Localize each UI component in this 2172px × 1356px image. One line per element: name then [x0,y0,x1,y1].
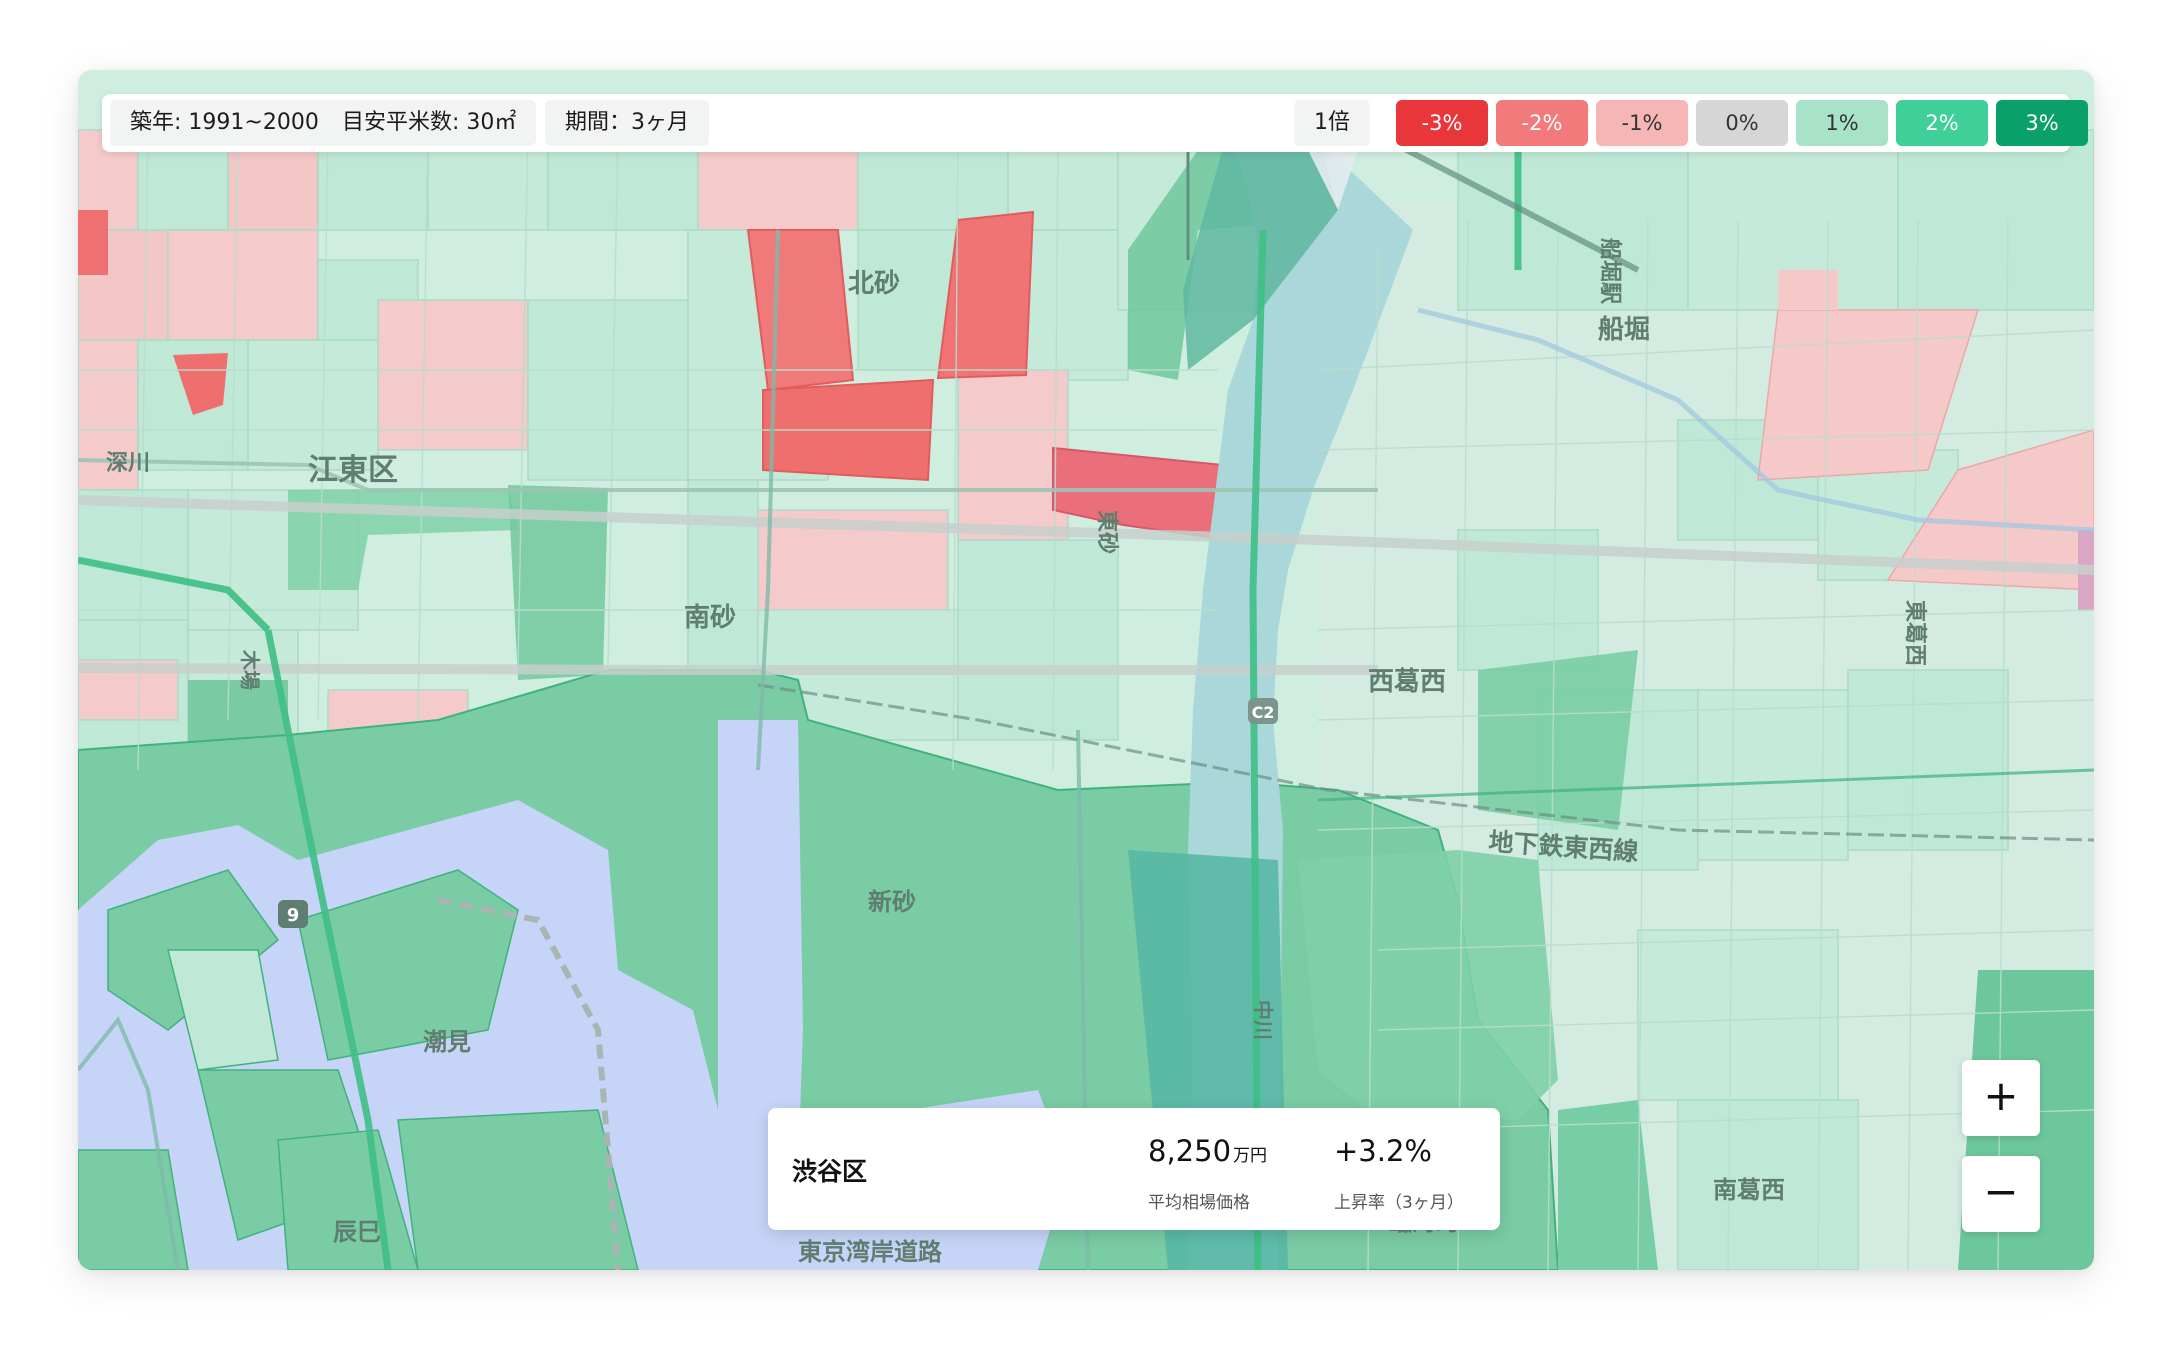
filter-toolbar: 築年: 1991~2000 目安平米数: 30㎡ 期間：3ヶ月 1倍 -3% -2… [102,94,2088,152]
region-tile [1847,669,2009,851]
region-tile [78,210,108,275]
region-tile [1457,129,1689,311]
average-price-value: 8,250 [1148,1134,1232,1168]
map-label: 深川 [106,451,150,476]
region-tile [527,299,689,481]
region-tile [167,229,319,341]
legend-item[interactable]: -2% [1496,100,1588,146]
map-label: 南葛西 [1713,1176,1785,1204]
growth-rate-value: +3.2% [1334,1134,1432,1168]
map-label: 東砂 [1094,510,1120,554]
ward-name: 渋谷区 [792,1157,868,1186]
legend-item[interactable]: 0% [1696,100,1788,146]
map-label: 江東区 [308,453,398,488]
map-label: 船堀 [1598,314,1650,345]
average-price: 8,250 万円 [1148,1134,1267,1168]
zoom-out-button[interactable]: − [1962,1156,2040,1232]
map-label: 東葛西 [1902,600,1927,666]
built-year-filter[interactable]: 築年: 1991~2000 [110,100,339,146]
period-filter[interactable]: 期間：3ヶ月 [545,100,709,146]
legend-item[interactable]: 3% [1996,100,2088,146]
legend-item[interactable]: -3% [1396,100,1488,146]
map-label: 船堀駅 [1597,238,1623,304]
map-label: 中川 [1251,1000,1275,1040]
legend-scale-label[interactable]: 1倍 [1294,100,1370,146]
region-tile [957,539,1119,741]
region-tile [1298,850,1558,1120]
map-label: 西葛西 [1368,667,1446,697]
region-tile [1478,650,1638,830]
zoom-in-button[interactable]: + [1962,1060,2040,1136]
region-tile [78,1149,189,1270]
legend-item[interactable]: 1% [1796,100,1888,146]
map-label: 潮見 [423,1028,471,1056]
map-label: 東京湾岸道路 [798,1238,943,1266]
area-info-card: 渋谷区 8,250 万円 平均相場価格 +3.2% 上昇率（3ヶ月） [768,1108,1500,1230]
region-tile [78,489,189,621]
region-tile [1897,129,2094,311]
region-tile [957,369,1069,541]
map-app: 北砂 船堀 船堀駅 江東区 深川 南砂 東砂 西葛西 東葛西 地下鉄東西線 新砂… [78,70,2094,1270]
map-label: 新砂 [868,888,916,916]
region-tile [1778,270,1838,310]
route-shield-label: 9 [287,905,300,926]
choropleth-map[interactable]: 北砂 船堀 船堀駅 江東区 深川 南砂 東砂 西葛西 東葛西 地下鉄東西線 新砂… [78,70,2094,1270]
legend-item[interactable]: 2% [1896,100,1988,146]
canal-water [718,720,803,1170]
map-label: 北砂 [848,269,900,299]
region-tile [247,339,379,471]
region-tile [397,1109,639,1270]
area-filter[interactable]: 目安平米数: 30㎡ [322,100,537,146]
average-price-unit: 万円 [1233,1146,1268,1166]
average-price-caption: 平均相場価格 [1148,1193,1250,1213]
map-label: 辰巳 [333,1218,381,1246]
region-tile [377,299,529,451]
region-tile [1637,929,1839,1101]
growth-rate-caption: 上昇率（3ヶ月） [1334,1193,1464,1213]
map-label: 南砂 [684,603,736,633]
legend-item[interactable]: -1% [1596,100,1688,146]
expressway-shield-label: C2 [1252,703,1275,722]
map-label: 木場 [238,649,262,690]
